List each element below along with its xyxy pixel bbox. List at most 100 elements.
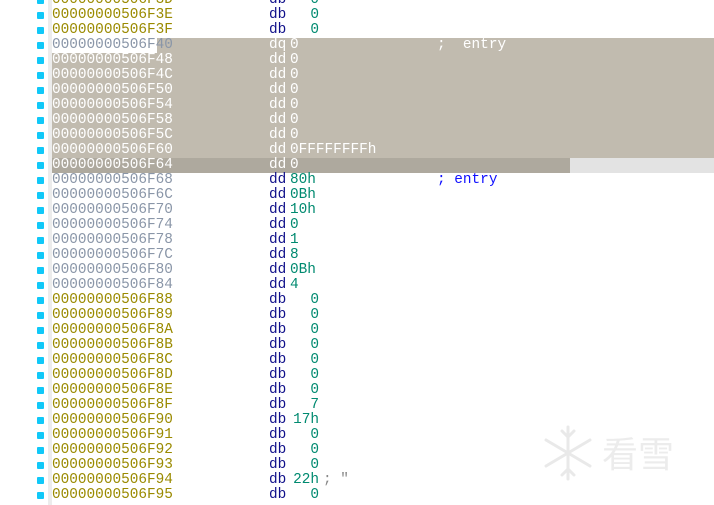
- operand-value[interactable]: 0: [310, 488, 319, 503]
- operand-value[interactable]: 1: [290, 233, 299, 248]
- address[interactable]: 00000000506F68: [52, 173, 173, 188]
- operand-value[interactable]: 0: [290, 53, 299, 68]
- address[interactable]: 00000000506F89: [52, 308, 173, 323]
- operand-value[interactable]: 0: [290, 158, 299, 173]
- address[interactable]: 00000000506F93: [52, 458, 173, 473]
- mnemonic[interactable]: db: [269, 473, 286, 488]
- address[interactable]: 00000000506F92: [52, 443, 173, 458]
- address[interactable]: 00000000506F8D: [52, 368, 173, 383]
- listing-row[interactable]: 00000000506F84 dd 4: [0, 278, 714, 293]
- breakpoint-marker-icon[interactable]: [37, 42, 44, 49]
- breakpoint-marker-icon[interactable]: [37, 147, 44, 154]
- mnemonic[interactable]: dd: [269, 263, 286, 278]
- listing-row[interactable]: 00000000506F64 dd 0: [0, 158, 714, 173]
- listing-row[interactable]: 00000000506F3E db 0: [0, 8, 714, 23]
- mnemonic[interactable]: dd: [269, 218, 286, 233]
- breakpoint-marker-icon[interactable]: [37, 372, 44, 379]
- mnemonic[interactable]: dd: [269, 128, 286, 143]
- mnemonic[interactable]: dd: [269, 233, 286, 248]
- mnemonic[interactable]: dd: [269, 98, 286, 113]
- address[interactable]: 00000000506F40: [52, 38, 173, 53]
- breakpoint-marker-icon[interactable]: [37, 267, 44, 274]
- address[interactable]: 00000000506F50: [52, 83, 173, 98]
- address[interactable]: 00000000506F70: [52, 203, 173, 218]
- operand-value[interactable]: 0: [310, 293, 319, 308]
- breakpoint-marker-icon[interactable]: [37, 87, 44, 94]
- breakpoint-marker-icon[interactable]: [37, 0, 44, 4]
- mnemonic[interactable]: db: [269, 413, 286, 428]
- operand-value[interactable]: 0: [310, 353, 319, 368]
- operand-value[interactable]: 0Bh: [290, 188, 316, 203]
- breakpoint-marker-icon[interactable]: [37, 462, 44, 469]
- address[interactable]: 00000000506F8F: [52, 398, 173, 413]
- breakpoint-marker-icon[interactable]: [37, 57, 44, 64]
- listing-row[interactable]: 00000000506F89 db 0: [0, 308, 714, 323]
- address[interactable]: 00000000506F88: [52, 293, 173, 308]
- operand-value[interactable]: 7: [310, 398, 319, 413]
- listing-row[interactable]: 00000000506F6C dd 0Bh: [0, 188, 714, 203]
- mnemonic[interactable]: dd: [269, 278, 286, 293]
- address[interactable]: 00000000506F6C: [52, 188, 173, 203]
- address[interactable]: 00000000506F8A: [52, 323, 173, 338]
- address[interactable]: 00000000506F74: [52, 218, 173, 233]
- address[interactable]: 00000000506F91: [52, 428, 173, 443]
- breakpoint-marker-icon[interactable]: [37, 297, 44, 304]
- breakpoint-marker-icon[interactable]: [37, 342, 44, 349]
- operand-value[interactable]: 10h: [290, 203, 316, 218]
- operand-value[interactable]: 8: [290, 248, 299, 263]
- breakpoint-marker-icon[interactable]: [37, 117, 44, 124]
- breakpoint-marker-icon[interactable]: [37, 237, 44, 244]
- mnemonic[interactable]: dd: [269, 188, 286, 203]
- listing-row[interactable]: 00000000506F54 dd 0: [0, 98, 714, 113]
- operand-value[interactable]: 0: [310, 383, 319, 398]
- breakpoint-marker-icon[interactable]: [37, 312, 44, 319]
- breakpoint-marker-icon[interactable]: [37, 27, 44, 34]
- address[interactable]: 00000000506F64: [52, 158, 173, 173]
- mnemonic[interactable]: db: [269, 368, 286, 383]
- listing-row[interactable]: 00000000506F8B db 0: [0, 338, 714, 353]
- operand-value[interactable]: 0: [290, 68, 299, 83]
- mnemonic[interactable]: db: [269, 323, 286, 338]
- operand-value[interactable]: 0: [310, 23, 319, 38]
- address[interactable]: 00000000506F95: [52, 488, 173, 503]
- address[interactable]: 00000000506F3E: [52, 8, 173, 23]
- listing-row[interactable]: 00000000506F80 dd 0Bh: [0, 263, 714, 278]
- operand-value[interactable]: 0: [290, 83, 299, 98]
- operand-value[interactable]: 0: [290, 38, 299, 53]
- breakpoint-marker-icon[interactable]: [37, 252, 44, 259]
- mnemonic[interactable]: dd: [269, 53, 286, 68]
- address[interactable]: 00000000506F7C: [52, 248, 173, 263]
- breakpoint-marker-icon[interactable]: [37, 102, 44, 109]
- address[interactable]: 00000000506F8C: [52, 353, 173, 368]
- address[interactable]: 00000000506F8E: [52, 383, 173, 398]
- breakpoint-marker-icon[interactable]: [37, 72, 44, 79]
- listing-row[interactable]: 00000000506F74 dd 0: [0, 218, 714, 233]
- listing-row[interactable]: 00000000506F48 dd 0: [0, 53, 714, 68]
- address[interactable]: 00000000506F54: [52, 98, 173, 113]
- breakpoint-marker-icon[interactable]: [37, 357, 44, 364]
- operand-value[interactable]: 0: [310, 308, 319, 323]
- listing-row[interactable]: 00000000506F5C dd 0: [0, 128, 714, 143]
- operand-value[interactable]: 0FFFFFFFFh: [290, 143, 376, 158]
- listing-row[interactable]: 00000000506F58 dd 0: [0, 113, 714, 128]
- operand-value[interactable]: 0: [310, 323, 319, 338]
- listing-row[interactable]: 00000000506F8D db 0: [0, 368, 714, 383]
- listing-row[interactable]: 00000000506F70 dd 10h: [0, 203, 714, 218]
- mnemonic[interactable]: db: [269, 23, 286, 38]
- breakpoint-marker-icon[interactable]: [37, 192, 44, 199]
- breakpoint-marker-icon[interactable]: [37, 177, 44, 184]
- address[interactable]: 00000000506F58: [52, 113, 173, 128]
- breakpoint-marker-icon[interactable]: [37, 447, 44, 454]
- breakpoint-marker-icon[interactable]: [37, 477, 44, 484]
- breakpoint-marker-icon[interactable]: [37, 417, 44, 424]
- listing-row[interactable]: 00000000506F40 dq 0 ; entry: [0, 38, 714, 53]
- address[interactable]: 00000000506F84: [52, 278, 173, 293]
- address[interactable]: 00000000506F90: [52, 413, 173, 428]
- breakpoint-marker-icon[interactable]: [37, 282, 44, 289]
- operand-value[interactable]: 0: [310, 443, 319, 458]
- operand-value[interactable]: 0: [290, 98, 299, 113]
- operand-value[interactable]: 0: [310, 338, 319, 353]
- mnemonic[interactable]: dd: [269, 143, 286, 158]
- operand-value[interactable]: 0: [310, 428, 319, 443]
- breakpoint-marker-icon[interactable]: [37, 207, 44, 214]
